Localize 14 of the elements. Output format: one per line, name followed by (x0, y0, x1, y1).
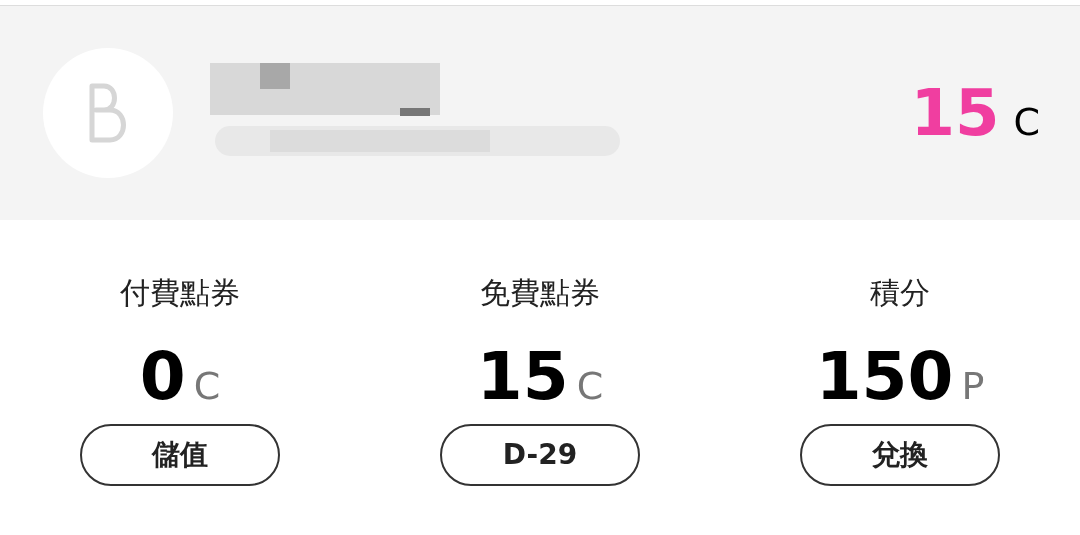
wallet-unit: P (961, 367, 985, 405)
wallet-button[interactable]: 儲值 (80, 424, 280, 486)
wallet-button[interactable]: 兌換 (800, 424, 1000, 486)
wallet-amount: 0 (139, 344, 186, 410)
wallet-button[interactable]: D-29 (440, 424, 640, 486)
wallet-amount: 15 (476, 344, 569, 410)
wallet-label: 免費點券 (480, 274, 600, 312)
wallet-label: 付費點券 (120, 274, 240, 312)
wallet-unit: C (576, 367, 604, 405)
balance-unit: C (1013, 103, 1040, 141)
wallet-label: 積分 (870, 274, 930, 312)
wallet-unit: C (193, 367, 221, 405)
balance-amount: 15 (910, 81, 1000, 145)
wallet-amount: 150 (815, 344, 954, 410)
